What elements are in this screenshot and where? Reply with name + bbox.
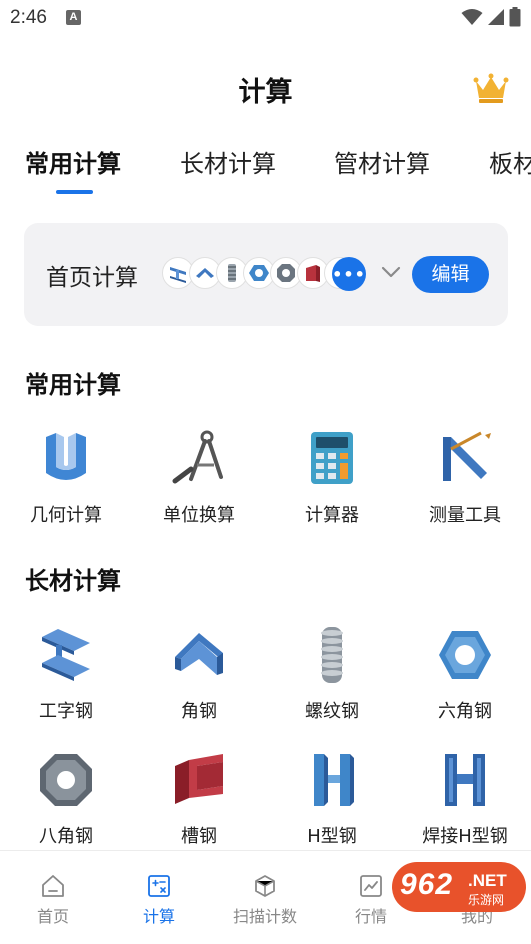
scan-icon (255, 875, 275, 897)
grid-label: 几何计算 (30, 505, 102, 526)
grid-item-measure[interactable]: 测量工具 (399, 429, 531, 527)
more-icons-button[interactable]: ••• (332, 257, 366, 291)
grid-item-channel-steel[interactable]: 槽钢 (133, 750, 265, 848)
nav-label: 首页 (36, 907, 69, 926)
calculate-icon (148, 875, 170, 897)
section-title-common: 常用计算 (25, 371, 121, 399)
rebar-icon (321, 627, 343, 683)
nav-scan-count[interactable]: 扫描计数 (225, 873, 305, 927)
watermark-number: 962 (400, 868, 454, 901)
grid-item-unit-convert[interactable]: 单位换算 (133, 429, 265, 527)
compass-icon (172, 430, 223, 484)
home-icon (42, 875, 64, 897)
nav-calculate[interactable]: 计算 (119, 873, 199, 927)
section-title-long-steel: 长材计算 (25, 567, 121, 595)
calculator-icon (311, 432, 353, 484)
crown-icon[interactable] (473, 73, 509, 105)
grid-label: 计算器 (305, 505, 359, 526)
nav-label: 计算 (142, 907, 175, 926)
tab-plate[interactable]: 板材 (489, 144, 531, 179)
h-beam-icon (314, 754, 354, 806)
channel-steel-icon (175, 754, 223, 804)
chart-icon (360, 875, 382, 897)
wifi-icon (461, 9, 483, 25)
grid-item-i-beam[interactable]: 工字钢 (0, 625, 132, 723)
grid-label: 焊接H型钢 (422, 826, 508, 847)
status-time: 2:46 (10, 7, 47, 28)
watermark-site: 乐游网 (468, 893, 505, 907)
grid-label: 六角钢 (438, 701, 492, 722)
home-calc-label: 首页计算 (46, 265, 138, 291)
grid-label: 槽钢 (181, 826, 217, 847)
hex-steel-icon (439, 631, 491, 679)
ruler-icon (443, 431, 491, 481)
category-tabs: 常用计算 长材计算 管材计算 板材 (0, 140, 531, 200)
grid-item-welded-h-beam[interactable]: 焊接H型钢 (399, 750, 531, 848)
grid-label: 单位换算 (163, 505, 235, 526)
home-calc-icons[interactable] (162, 257, 356, 289)
cell-signal-icon (488, 9, 504, 25)
watermark-net: .NET (468, 871, 507, 890)
octagon-steel-icon (40, 754, 92, 806)
angle-steel-icon (175, 633, 223, 675)
tab-common[interactable]: 常用计算 (25, 144, 121, 179)
grid-label: 角钢 (181, 701, 217, 722)
grid-label: 工字钢 (39, 701, 93, 722)
nav-label: 扫描计数 (232, 907, 297, 926)
notification-a-icon: A (66, 10, 81, 25)
grid-item-geometry[interactable]: 几何计算 (0, 429, 132, 527)
grid-label: 螺纹钢 (305, 701, 359, 722)
title-bar: 计算 (0, 60, 531, 116)
i-beam-icon (42, 629, 90, 681)
site-watermark: 962 .NET 乐游网 (392, 862, 526, 936)
home-calc-card: 首页计算 ••• 编辑 (24, 223, 508, 326)
grid-item-octagon-steel[interactable]: 八角钢 (0, 750, 132, 848)
nav-home[interactable]: 首页 (13, 873, 93, 927)
grid-item-hex-steel[interactable]: 六角钢 (399, 625, 531, 723)
battery-icon (509, 7, 521, 27)
grid-item-rebar[interactable]: 螺纹钢 (266, 625, 398, 723)
active-tab-indicator (56, 190, 93, 194)
edit-button[interactable]: 编辑 (412, 256, 489, 293)
tab-pipe[interactable]: 管材计算 (334, 144, 430, 179)
welded-h-beam-icon (445, 754, 485, 806)
grid-item-angle-steel[interactable]: 角钢 (133, 625, 265, 723)
grid-label: 八角钢 (39, 826, 93, 847)
page-title: 计算 (238, 77, 293, 108)
tab-long-steel[interactable]: 长材计算 (180, 144, 276, 179)
grid-label: 测量工具 (429, 505, 501, 526)
grid-label: H型钢 (307, 826, 357, 847)
geometry-icon (46, 433, 86, 480)
grid-item-h-beam[interactable]: H型钢 (266, 750, 398, 848)
status-indicators (461, 7, 521, 27)
status-bar: 2:46 A (0, 0, 531, 36)
grid-item-calculator[interactable]: 计算器 (266, 429, 398, 527)
chevron-down-icon[interactable] (378, 259, 404, 285)
